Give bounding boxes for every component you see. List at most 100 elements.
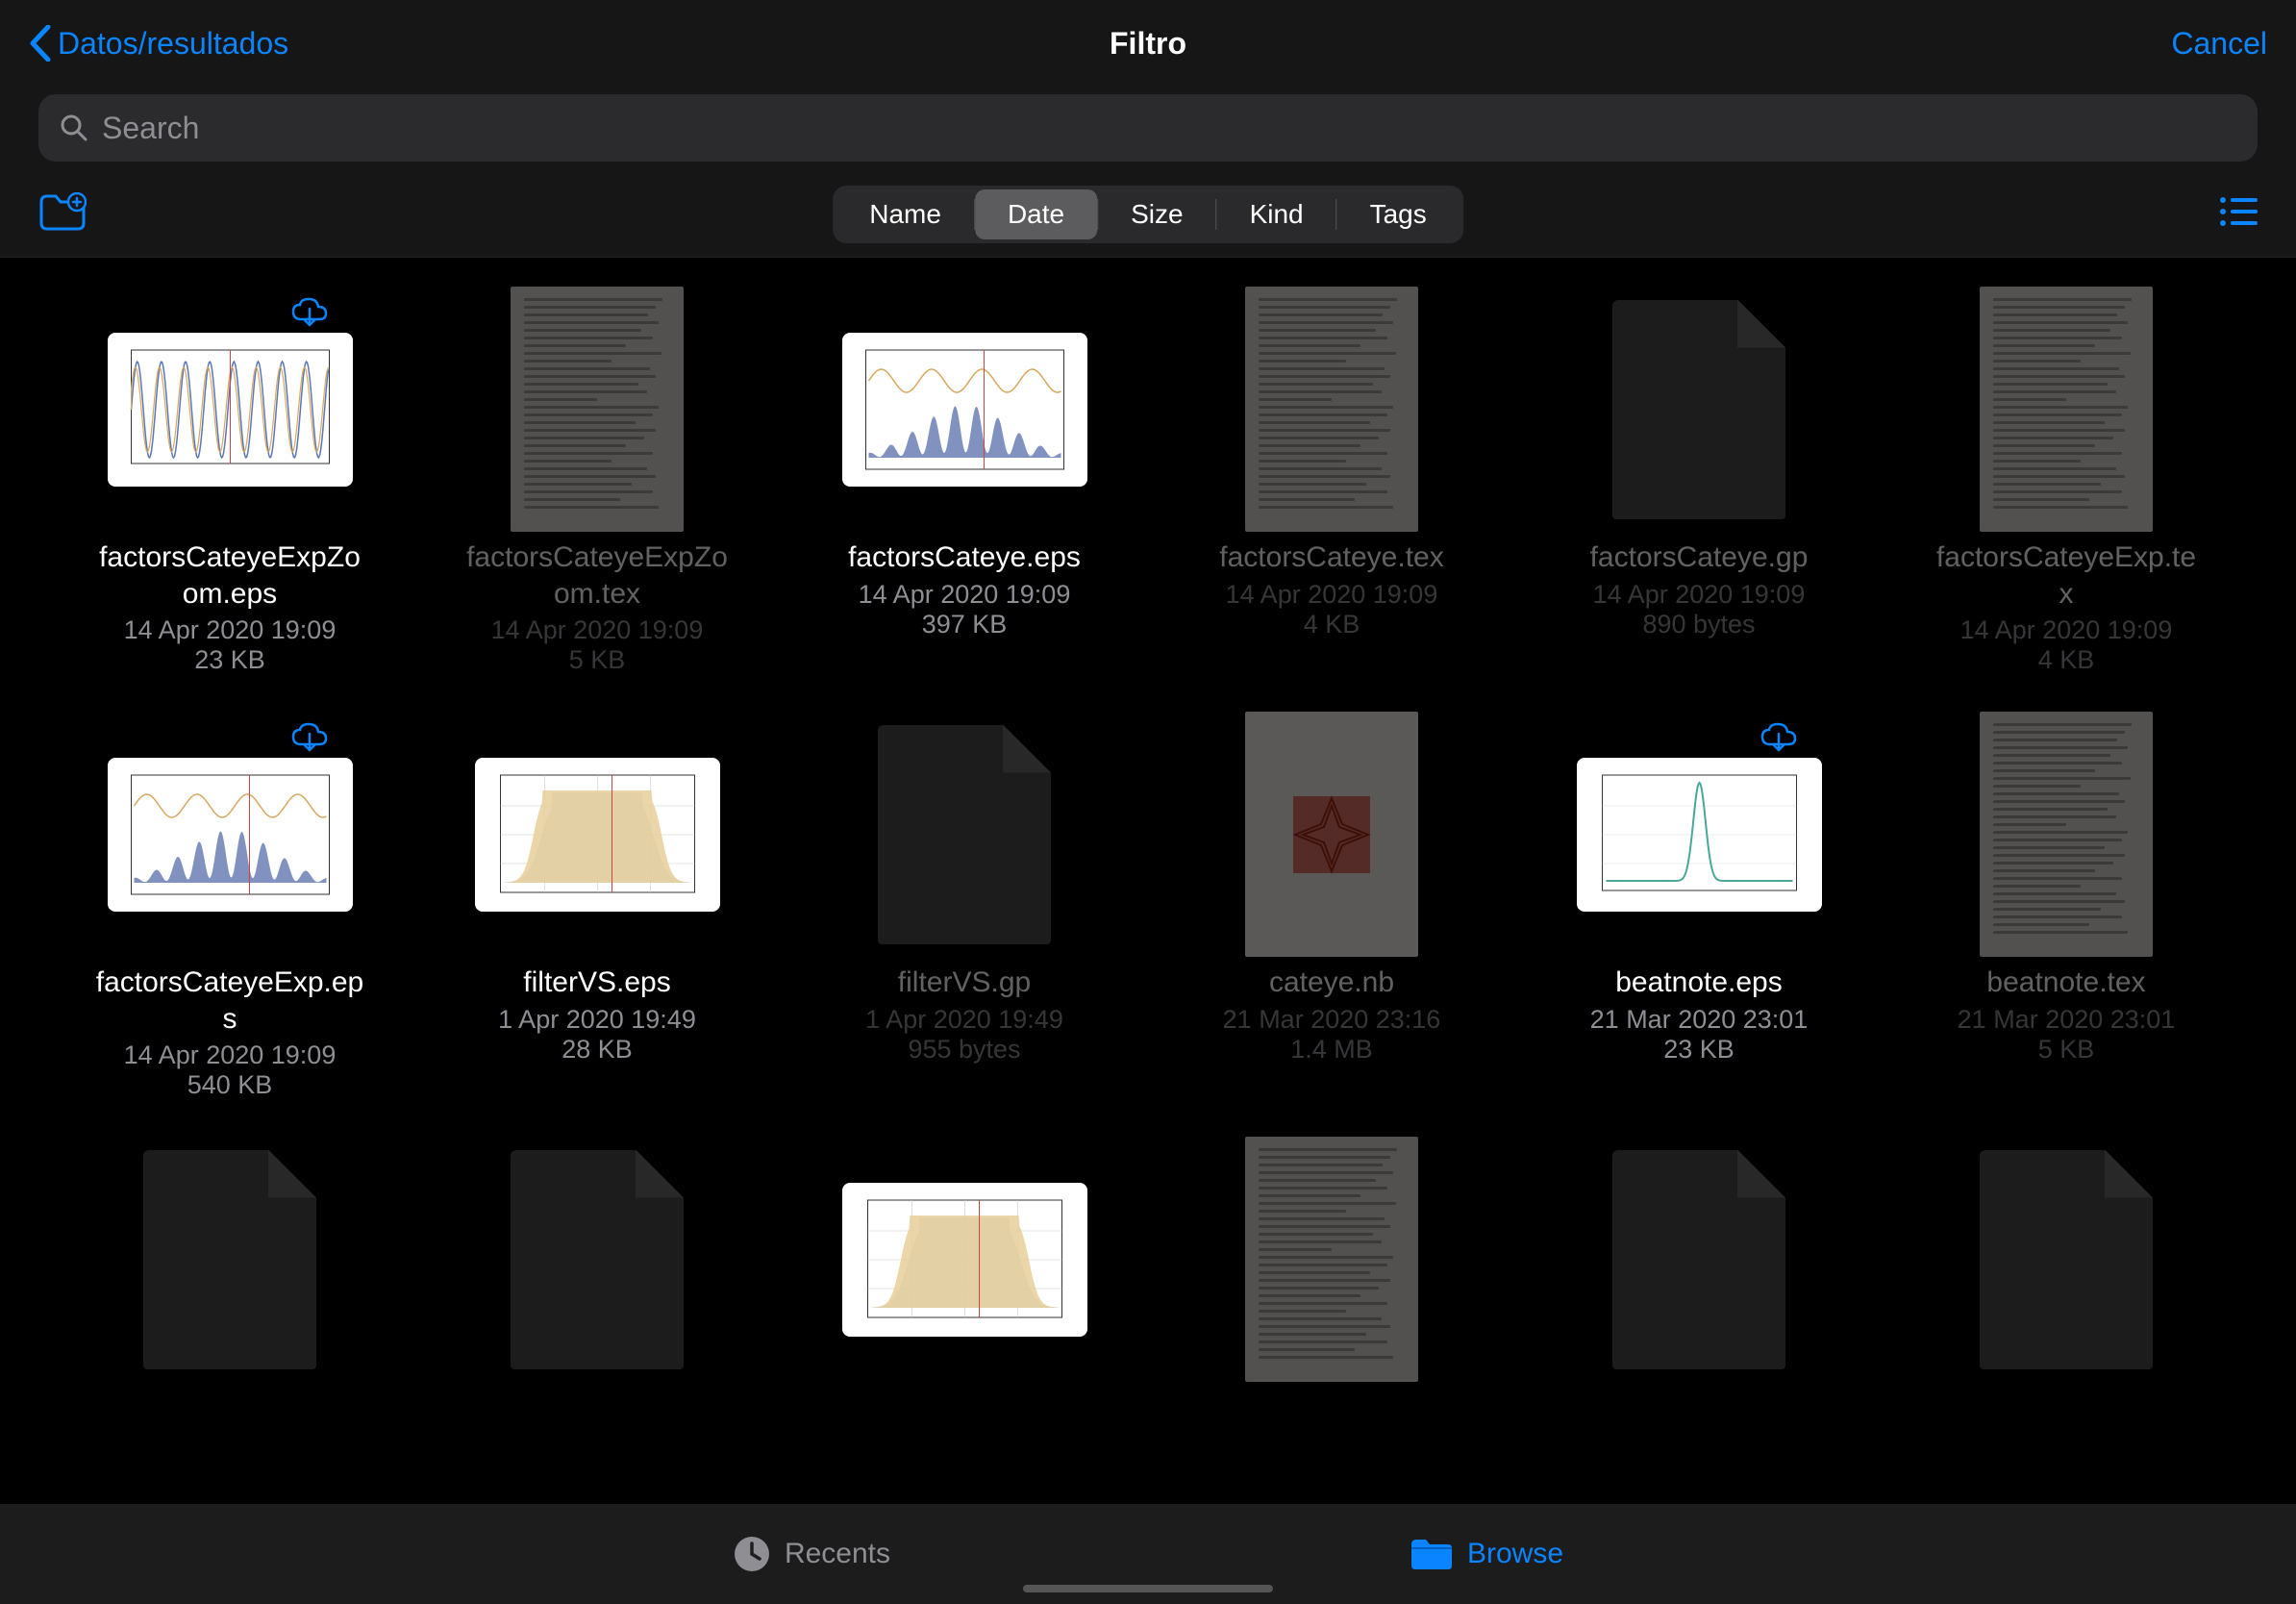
file-size: 955 bytes xyxy=(908,1035,1020,1065)
file-item[interactable] xyxy=(425,1137,769,1390)
cloud-download-icon[interactable] xyxy=(289,296,330,334)
recents-tab[interactable]: Recents xyxy=(733,1535,890,1573)
file-item[interactable]: beatnote.eps 21 Mar 2020 23:0123 KB xyxy=(1527,712,1871,1100)
file-name: factorsCateye.eps xyxy=(848,539,1081,576)
file-name: beatnote.tex xyxy=(1986,965,2145,1001)
file-thumbnail xyxy=(1577,1137,1822,1382)
search-placeholder: Search xyxy=(102,111,199,146)
file-item[interactable] xyxy=(792,1137,1136,1390)
file-thumbnail xyxy=(842,712,1087,957)
file-date: 14 Apr 2020 19:09 xyxy=(124,615,337,645)
file-thumbnail xyxy=(1944,712,2189,957)
file-date: 14 Apr 2020 19:09 xyxy=(491,615,704,645)
file-item[interactable]: factorsCateye.tex 14 Apr 2020 19:094 KB xyxy=(1160,287,1504,675)
file-date: 21 Mar 2020 23:01 xyxy=(1958,1005,2176,1035)
new-folder-button[interactable] xyxy=(38,192,87,236)
file-date: 21 Mar 2020 23:16 xyxy=(1223,1005,1441,1035)
bottom-tab-bar: Recents Browse xyxy=(0,1504,2296,1604)
sort-name[interactable]: Name xyxy=(836,189,974,239)
file-size: 4 KB xyxy=(1304,610,1360,639)
file-date: 14 Apr 2020 19:09 xyxy=(124,1040,337,1070)
file-size: 890 bytes xyxy=(1642,610,1755,639)
file-thumbnail xyxy=(1577,712,1822,957)
file-thumbnail xyxy=(1577,287,1822,532)
file-thumbnail xyxy=(1944,1137,2189,1382)
home-indicator[interactable] xyxy=(1023,1585,1273,1592)
file-size: 23 KB xyxy=(1663,1035,1734,1065)
sort-date[interactable]: Date xyxy=(975,189,1097,239)
file-name: factorsCateyeExp.tex xyxy=(1932,539,2201,612)
cloud-download-icon[interactable] xyxy=(289,721,330,759)
file-thumbnail xyxy=(1210,287,1455,532)
file-name: factorsCateyeExpZoom.tex xyxy=(462,539,732,612)
file-item[interactable]: factorsCateyeExp.tex14 Apr 2020 19:094 K… xyxy=(1894,287,2238,675)
file-name: beatnote.eps xyxy=(1615,965,1782,1001)
page-title: Filtro xyxy=(1110,26,1186,62)
chevron-left-icon xyxy=(29,25,52,62)
file-item[interactable] xyxy=(1894,1137,2238,1390)
recents-label: Recents xyxy=(785,1538,890,1570)
sort-size[interactable]: Size xyxy=(1098,189,1215,239)
clock-icon xyxy=(733,1535,771,1573)
file-thumbnail xyxy=(1210,712,1455,957)
search-icon xyxy=(60,113,88,142)
file-date: 1 Apr 2020 19:49 xyxy=(498,1005,696,1035)
file-name: factorsCateye.tex xyxy=(1219,539,1443,576)
browse-label: Browse xyxy=(1467,1538,1563,1570)
file-item[interactable] xyxy=(1160,1137,1504,1390)
file-size: 4 KB xyxy=(2038,645,2095,675)
back-button[interactable]: Datos/resultados xyxy=(29,25,288,62)
sort-tags[interactable]: Tags xyxy=(1337,189,1460,239)
file-item[interactable] xyxy=(1527,1137,1871,1390)
file-name: factorsCateyeExp.eps xyxy=(95,965,364,1037)
sort-segmented-control: Name Date Size Kind Tags xyxy=(833,186,1463,243)
file-item[interactable]: cateye.nb 21 Mar 2020 23:161.4 MB xyxy=(1160,712,1504,1100)
file-grid-container[interactable]: factorsCateyeExpZoom.eps14 Apr 2020 19:0… xyxy=(0,258,2296,1504)
file-size: 23 KB xyxy=(194,645,265,675)
file-item[interactable]: filterVS.gp 1 Apr 2020 19:49955 bytes xyxy=(792,712,1136,1100)
file-size: 28 KB xyxy=(562,1035,633,1065)
folder-icon xyxy=(1410,1537,1454,1571)
file-date: 14 Apr 2020 19:09 xyxy=(859,580,1071,610)
search-bar-container: Search xyxy=(0,87,2296,171)
file-item[interactable]: beatnote.tex21 Mar 2020 23:015 KB xyxy=(1894,712,2238,1100)
cancel-button[interactable]: Cancel xyxy=(2171,26,2267,62)
cloud-download-icon[interactable] xyxy=(1759,721,1799,759)
list-icon xyxy=(2219,196,2258,227)
file-grid: factorsCateyeExpZoom.eps14 Apr 2020 19:0… xyxy=(58,287,2238,1390)
file-size: 1.4 MB xyxy=(1290,1035,1373,1065)
file-item[interactable]: filterVS.eps 1 Apr 2020 19:4928 KB xyxy=(425,712,769,1100)
file-name: cateye.nb xyxy=(1269,965,1394,1001)
file-thumbnail xyxy=(108,287,353,532)
file-date: 14 Apr 2020 19:09 xyxy=(1593,580,1806,610)
list-view-button[interactable] xyxy=(2219,196,2258,232)
file-thumbnail xyxy=(108,712,353,957)
file-thumbnail xyxy=(475,287,720,532)
file-thumbnail xyxy=(1210,1137,1455,1382)
back-label: Datos/resultados xyxy=(58,26,288,62)
file-item[interactable]: factorsCateyeExpZoom.tex14 Apr 2020 19:0… xyxy=(425,287,769,675)
browse-tab[interactable]: Browse xyxy=(1410,1537,1563,1571)
title-bar: Datos/resultados Filtro Cancel xyxy=(0,0,2296,87)
file-item[interactable] xyxy=(58,1137,402,1390)
file-thumbnail xyxy=(1944,287,2189,532)
file-thumbnail xyxy=(475,712,720,957)
file-thumbnail xyxy=(842,287,1087,532)
sort-kind[interactable]: Kind xyxy=(1217,189,1336,239)
file-date: 21 Mar 2020 23:01 xyxy=(1590,1005,1809,1035)
file-thumbnail xyxy=(842,1137,1087,1382)
file-name: factorsCateyeExpZoom.eps xyxy=(95,539,364,612)
search-input[interactable]: Search xyxy=(38,94,2258,162)
file-size: 540 KB xyxy=(187,1070,273,1100)
file-name: filterVS.eps xyxy=(523,965,670,1001)
file-item[interactable]: factorsCateyeExpZoom.eps14 Apr 2020 19:0… xyxy=(58,287,402,675)
file-name: filterVS.gp xyxy=(898,965,1031,1001)
file-date: 1 Apr 2020 19:49 xyxy=(865,1005,1063,1035)
file-item[interactable]: factorsCateye.gp14 Apr 2020 19:09890 byt… xyxy=(1527,287,1871,675)
file-date: 14 Apr 2020 19:09 xyxy=(1226,580,1438,610)
file-thumbnail xyxy=(475,1137,720,1382)
new-folder-icon xyxy=(38,192,87,231)
file-thumbnail xyxy=(108,1137,353,1382)
file-item[interactable]: factorsCateyeExp.eps14 Apr 2020 19:09540… xyxy=(58,712,402,1100)
file-item[interactable]: factorsCateye.eps14 Apr 2020 19:09397 KB xyxy=(792,287,1136,675)
